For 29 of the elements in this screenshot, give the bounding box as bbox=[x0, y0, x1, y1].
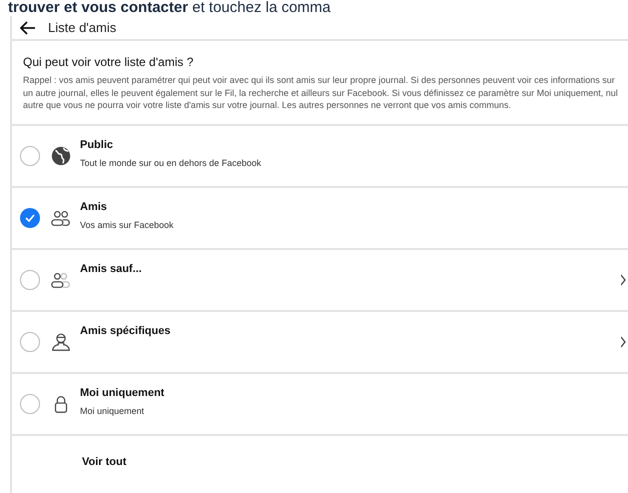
banner-text: trouver et vous contacter et touchez la comma bbox=[7, 0, 332, 16]
page-title: Liste d'amis bbox=[48, 18, 116, 37]
privacy-option[interactable]: Amis spécifiques bbox=[12, 312, 628, 374]
option-label: Moi uniquement bbox=[80, 386, 166, 400]
privacy-option[interactable]: Public Tout le monde sur ou en dehors de Facebook bbox=[12, 126, 628, 188]
check-icon bbox=[25, 214, 35, 222]
option-label: Amis bbox=[80, 200, 108, 214]
option-label: Public bbox=[80, 138, 114, 152]
chevron-icon bbox=[621, 274, 626, 286]
radio-button[interactable] bbox=[20, 270, 40, 290]
option-label: Amis sauf... bbox=[80, 262, 143, 276]
option-description: Moi uniquement bbox=[80, 405, 146, 418]
radio-button[interactable] bbox=[20, 394, 40, 414]
radio-button[interactable] bbox=[20, 332, 40, 352]
radio-button[interactable] bbox=[20, 146, 40, 166]
see-all-link[interactable]: Voir tout bbox=[82, 456, 126, 468]
back-arrow-icon[interactable] bbox=[20, 20, 36, 34]
option-label: Amis spécifiques bbox=[80, 324, 172, 338]
person-icon bbox=[50, 330, 72, 352]
option-description: Vos amis sur Facebook bbox=[80, 219, 175, 232]
radio-button[interactable] bbox=[20, 208, 40, 228]
privacy-option[interactable]: Moi uniquement Moi uniquement bbox=[12, 374, 628, 436]
globe-icon bbox=[50, 144, 72, 166]
privacy-option[interactable]: Amis Vos amis sur Facebook bbox=[12, 188, 628, 250]
reminder-text: Rappel : vos amis peuvent paramétrer qui peut voir avec qui ils sont amis sur leur propre journal. Si des personnes peuvent voir ces informations sur un autre journal, elles le peuvent également sur le Fil, la recherche et ailleurs sur Facebook. Si vous définissez ce paramètre sur Moi uniquement, nul autre que vous ne pourra voir votre liste d'amis sur votre journal. Les autres personnes ne verront que vos amis communs. bbox=[23, 74, 619, 112]
section-title: Qui peut voir votre liste d'amis ? bbox=[23, 54, 194, 71]
privacy-option[interactable]: Amis sauf... bbox=[12, 250, 628, 312]
chevron-icon bbox=[621, 336, 626, 348]
option-description: Tout le monde sur ou en dehors de Facebook bbox=[80, 157, 262, 170]
